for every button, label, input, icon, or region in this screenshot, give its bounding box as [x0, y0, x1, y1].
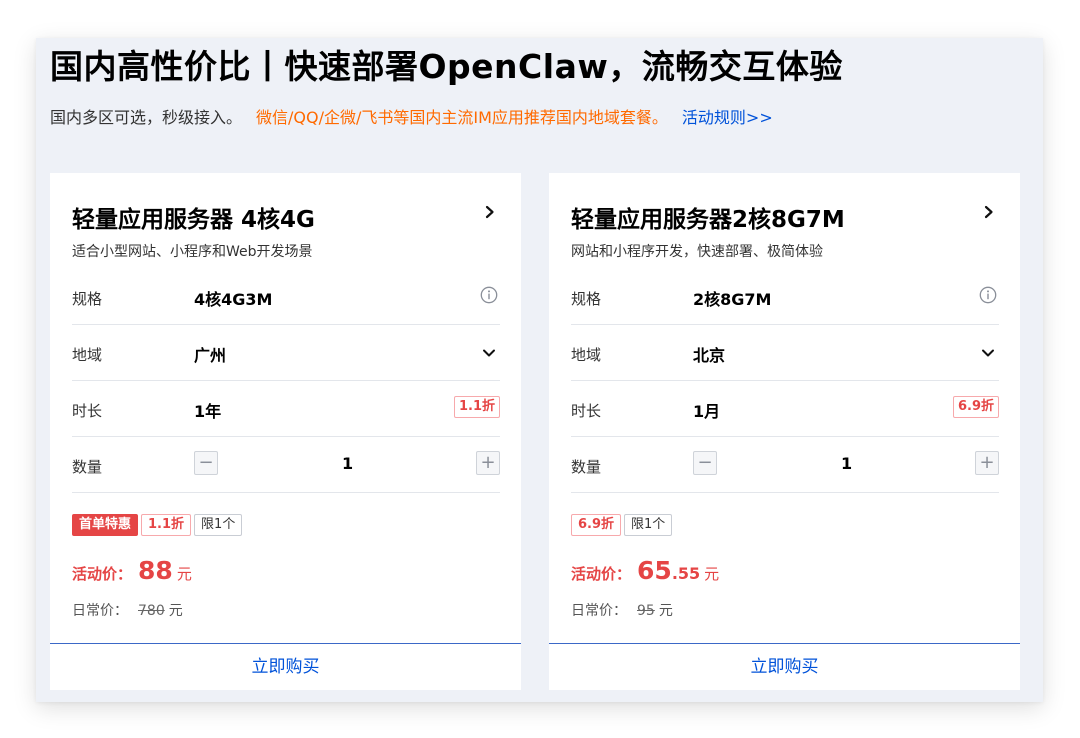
price-decimal: .55: [671, 564, 701, 583]
limit-badge: 限1个: [194, 514, 243, 536]
spec-row: 规格 4核4G3M: [72, 268, 500, 325]
card-title[interactable]: 轻量应用服务器2核8G7M: [571, 200, 845, 234]
price-unit: 元: [704, 565, 720, 583]
page-title: 国内高性价比丨快速部署OpenClaw，流畅交互体验: [50, 47, 843, 86]
card-description: 网站和小程序开发，快速部署、极简体验: [571, 244, 823, 260]
quantity-value[interactable]: 1: [841, 454, 852, 473]
buy-now-button[interactable]: 立即购买: [549, 643, 1020, 690]
info-icon[interactable]: [979, 286, 997, 304]
spec-label: 规格: [72, 290, 103, 308]
limit-badge: 限1个: [624, 514, 673, 536]
buy-now-button[interactable]: 立即购买: [50, 643, 521, 690]
regular-price-label: 日常价：: [72, 603, 128, 619]
price-integer: 65: [637, 556, 672, 585]
duration-value[interactable]: 1月: [693, 398, 720, 422]
info-icon[interactable]: [480, 286, 498, 304]
decrement-button[interactable]: −: [693, 451, 717, 475]
spec-label: 规格: [571, 290, 602, 308]
duration-row[interactable]: 时长 1年 1.1折: [72, 380, 500, 437]
duration-row[interactable]: 时长 1月 6.9折: [571, 380, 999, 437]
price-label: 活动价：: [571, 565, 632, 583]
price-integer: 88: [138, 556, 173, 585]
tag-list: 6.9折 限1个: [571, 514, 675, 536]
discount-badge: 1.1折: [141, 514, 192, 536]
regular-price-value: 780: [138, 603, 165, 619]
duration-label: 时长: [72, 402, 103, 420]
product-card-2c8g: 轻量应用服务器2核8G7M 网站和小程序开发，快速部署、极简体验 规格 2核8G…: [549, 173, 1020, 690]
region-label: 地域: [571, 346, 602, 364]
increment-button[interactable]: +: [975, 451, 999, 475]
regular-price-unit: 元: [168, 603, 183, 619]
chevron-down-icon[interactable]: [981, 346, 995, 360]
rules-link[interactable]: 活动规则>>: [682, 108, 773, 127]
price-unit: 元: [176, 565, 192, 583]
spec-value: 2核8G7M: [693, 290, 772, 309]
spec-value: 4核4G3M: [194, 290, 273, 309]
regular-price: 日常价： 780 元: [72, 600, 183, 620]
price-label: 活动价：: [72, 565, 133, 583]
quantity-label: 数量: [72, 458, 103, 476]
product-card-4c4g: 轻量应用服务器 4核4G 适合小型网站、小程序和Web开发场景 规格 4核4G3…: [50, 173, 521, 690]
regular-price: 日常价： 95 元: [571, 600, 673, 620]
spec-row: 规格 2核8G7M: [571, 268, 999, 325]
chevron-down-icon[interactable]: [482, 346, 496, 360]
duration-discount-badge: 1.1折: [453, 396, 500, 418]
decrement-button[interactable]: −: [194, 451, 218, 475]
activity-price: 活动价： 88 元: [72, 556, 192, 585]
duration-value[interactable]: 1年: [194, 398, 221, 422]
subtitle-intro: 国内多区可选，秒级接入。: [50, 108, 243, 127]
card-description: 适合小型网站、小程序和Web开发场景: [72, 244, 313, 260]
chevron-right-icon[interactable]: [483, 205, 497, 219]
region-value[interactable]: 北京: [693, 342, 725, 366]
activity-price: 活动价： 65.55 元: [571, 556, 719, 585]
regular-price-value: 95: [637, 603, 655, 619]
regular-price-label: 日常价：: [571, 603, 627, 619]
quantity-label: 数量: [571, 458, 602, 476]
duration-label: 时长: [571, 402, 602, 420]
discount-badge: 6.9折: [571, 514, 622, 536]
region-select[interactable]: 地域 北京: [571, 324, 999, 381]
subtitle-highlight: 微信/QQ/企微/飞书等国内主流IM应用推荐国内地域套餐。: [256, 108, 668, 127]
quantity-stepper: 数量 − 1 +: [571, 436, 999, 493]
chevron-right-icon[interactable]: [982, 205, 996, 219]
region-label: 地域: [72, 346, 103, 364]
quantity-stepper: 数量 − 1 +: [72, 436, 500, 493]
subtitle: 国内多区可选，秒级接入。 微信/QQ/企微/飞书等国内主流IM应用推荐国内地域套餐…: [50, 104, 773, 128]
region-select[interactable]: 地域 广州: [72, 324, 500, 381]
regular-price-unit: 元: [658, 603, 673, 619]
first-order-badge: 首单特惠: [72, 514, 139, 536]
region-value[interactable]: 广州: [194, 342, 226, 366]
tag-list: 首单特惠 1.1折 限1个: [72, 514, 245, 536]
duration-discount-badge: 6.9折: [952, 396, 999, 418]
quantity-value[interactable]: 1: [342, 454, 353, 473]
card-title[interactable]: 轻量应用服务器 4核4G: [72, 200, 315, 234]
increment-button[interactable]: +: [476, 451, 500, 475]
